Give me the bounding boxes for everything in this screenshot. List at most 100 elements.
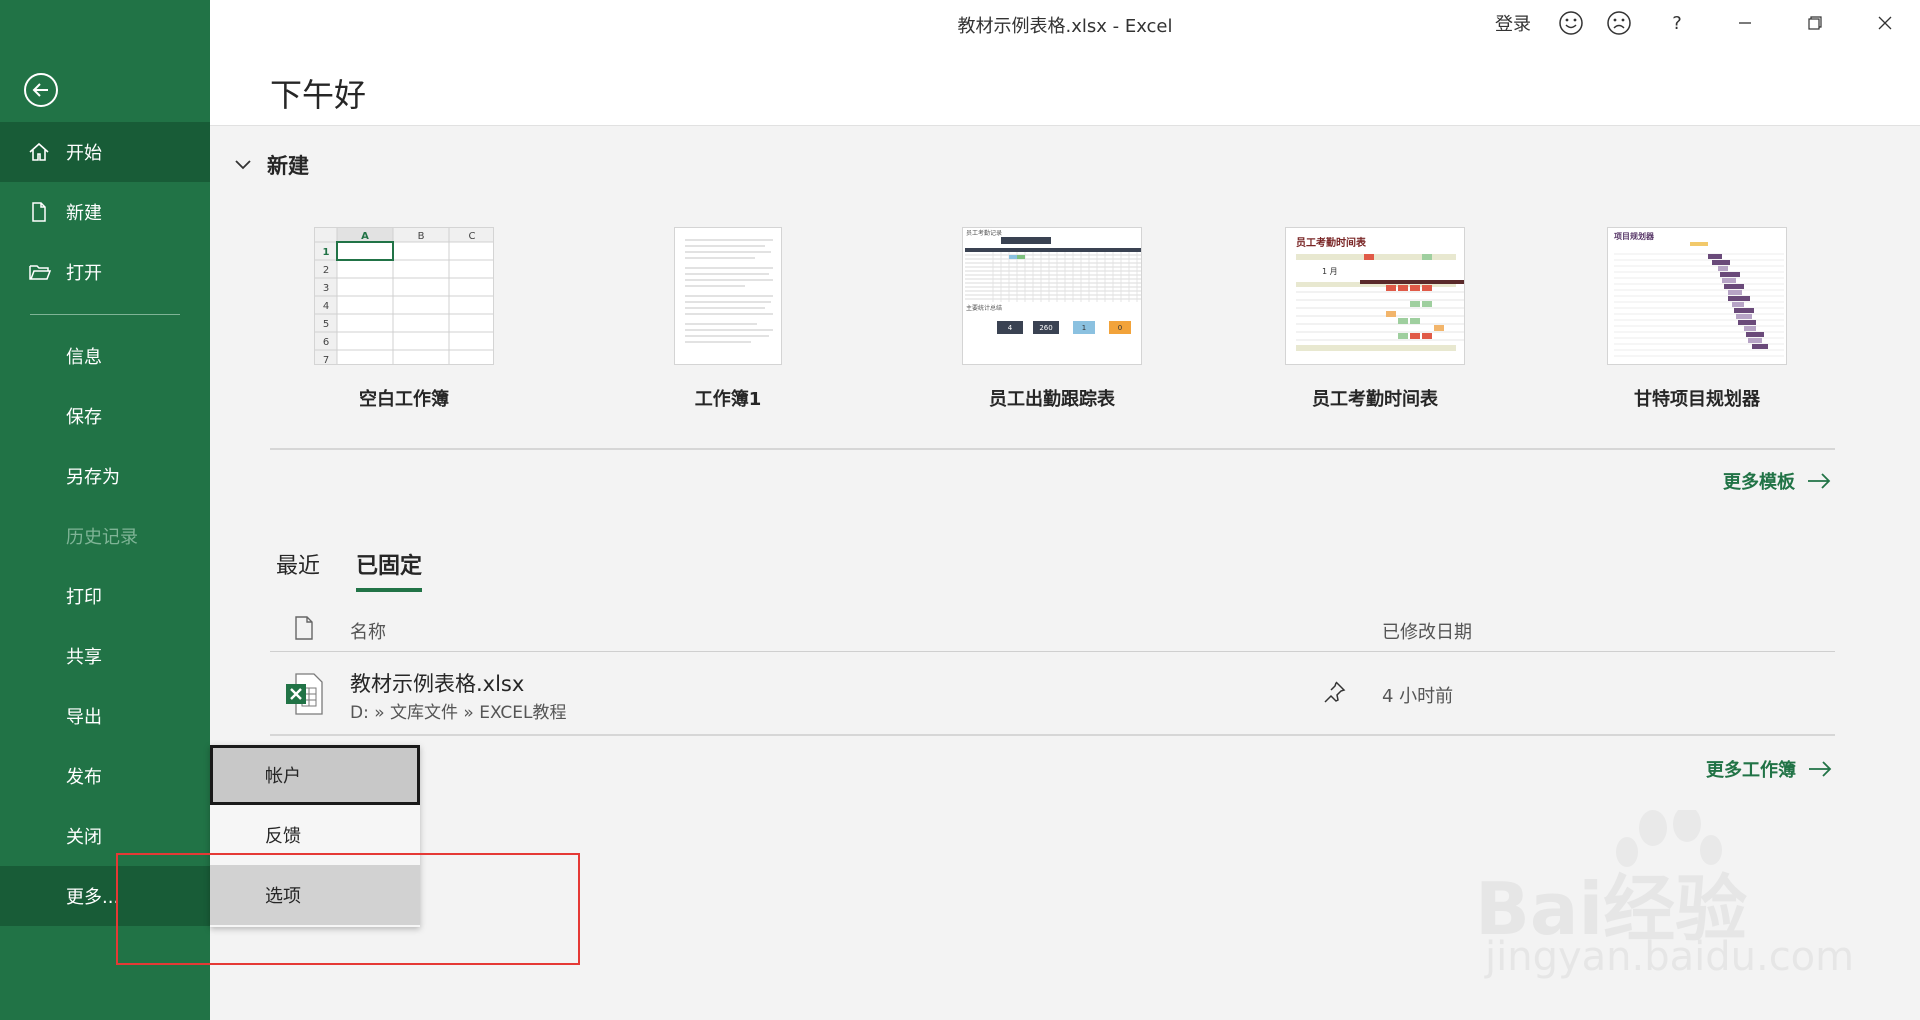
nav-save-as-label: 另存为 [66,467,120,488]
more-workbooks-link[interactable]: 更多工作簿 [1706,756,1832,782]
new-document-icon [28,201,58,223]
open-folder-icon [28,261,58,283]
nav-history-label: 历史记录 [66,527,138,548]
blank-row-7: 7 [323,355,329,365]
template-workbook1[interactable]: 工作簿1 [638,227,818,411]
pin-icon[interactable] [1322,680,1346,708]
file-name: 教材示例表格.xlsx [350,672,525,696]
blank-workbook-thumbnail: A B C 1 2 3 4 5 6 7 [314,227,494,365]
gantt-planner-thumbnail: 项目规划器 [1607,227,1787,365]
restore-icon[interactable] [1780,0,1850,46]
nav-history: 历史记录 [0,506,210,566]
nav-new[interactable]: 新建 [0,182,210,242]
attendance-stat-2: 260 [1039,324,1052,332]
back-arrow-icon[interactable] [24,73,58,107]
attendance-stat-4: 0 [1118,324,1122,332]
tab-pinned[interactable]: 已固定 [356,548,423,592]
excel-file-icon [284,672,324,720]
title-bar: 教材示例表格.xlsx - Excel 登录 ? [210,0,1920,46]
nav-print-label: 打印 [66,587,102,608]
section-divider [270,448,1835,450]
gantt-title: 项目规划器 [1614,231,1655,241]
timesheet-month: 1 月 [1322,267,1338,276]
template-name: 甘特项目规划器 [1634,389,1760,410]
baidu-watermark: Bai经验 jingyan.baidu.com [1465,806,1854,994]
greeting-text: 下午好 [270,76,367,114]
blank-row-2: 2 [323,265,329,276]
timesheet-thumbnail: 员工考勤时间表 1 月 [1285,227,1465,365]
nav-close-label: 关闭 [66,827,102,848]
nav-save[interactable]: 保存 [0,386,210,446]
attendance-stat-3: 1 [1082,324,1086,332]
nav-info-label: 信息 [66,347,102,368]
template-attendance-timesheet[interactable]: 员工考勤时间表 1 月 员工考勤时间表 [1285,227,1465,411]
file-list-tabs: 最近 已固定 [276,548,423,592]
nav-share[interactable]: 共享 [0,626,210,686]
file-path: D: » 文库文件 » EXCEL教程 [350,703,567,723]
template-name: 员工出勤跟踪表 [989,389,1115,410]
file-type-icon [294,616,314,645]
sidebar-divider [30,314,180,315]
arrow-right-icon [1807,473,1831,489]
new-section-toggle[interactable]: 新建 [235,150,309,180]
timesheet-title: 员工考勤时间表 [1296,236,1367,249]
more-templates-label: 更多模板 [1723,472,1795,493]
arrow-right-icon [1808,761,1832,777]
template-gantt-planner[interactable]: 项目规划器 甘特项目规划器 [1607,227,1787,411]
blank-row-4: 4 [323,301,329,312]
nav-publish-label: 发布 [66,767,102,788]
nav-open[interactable]: 打开 [0,242,210,302]
file-list-header: 名称 已修改日期 [270,608,1835,652]
more-workbooks-label: 更多工作簿 [1706,760,1796,781]
file-modified: 4 小时前 [1382,686,1454,707]
nav-print[interactable]: 打印 [0,566,210,626]
attendance-heading: 员工考勤记录 [966,229,1002,237]
attendance-tracker-thumbnail: 员工考勤记录 主要统计总结 4 260 1 0 [962,227,1142,365]
highlight-box [116,853,580,965]
menu-item-account[interactable]: 帐户 [210,745,420,805]
new-section-title: 新建 [267,154,309,178]
template-attendance-tracker[interactable]: 员工考勤记录 主要统计总结 4 260 1 0 员工出勤跟踪表 [962,227,1142,411]
minimize-icon[interactable] [1710,0,1780,46]
nav-more-label: 更多... [66,887,120,908]
column-name-header[interactable]: 名称 [350,618,386,644]
template-blank-workbook[interactable]: A B C 1 2 3 4 5 6 7 空白工作簿 [314,227,494,411]
nav-home-label: 开始 [66,143,102,164]
more-templates-link[interactable]: 更多模板 [1723,468,1831,494]
nav-home[interactable]: 开始 [0,122,210,182]
column-modified-header[interactable]: 已修改日期 [1382,618,1472,644]
nav-export-label: 导出 [66,707,102,728]
blank-col-a: A [361,231,369,242]
tab-recent[interactable]: 最近 [276,548,320,592]
nav-save-as[interactable]: 另存为 [0,446,210,506]
sign-in-button[interactable]: 登录 [1478,0,1548,46]
attendance-summary: 主要统计总结 [966,304,1002,312]
blank-row-3: 3 [323,283,329,294]
nav-export[interactable]: 导出 [0,686,210,746]
greeting-header: 下午好 [210,46,1920,126]
nav-info[interactable]: 信息 [0,326,210,386]
template-name: 员工考勤时间表 [1312,389,1438,410]
nav-save-label: 保存 [66,407,102,428]
template-name: 空白工作簿 [359,389,449,410]
blank-row-6: 6 [323,337,329,348]
blank-col-b: B [418,231,425,242]
blank-col-c: C [469,231,476,242]
workbook1-thumbnail [674,227,782,365]
smile-feedback-icon[interactable] [1548,0,1594,46]
nav-publish[interactable]: 发布 [0,746,210,806]
chevron-down-icon [235,160,251,170]
template-name: 工作簿1 [694,389,762,410]
home-icon [28,141,58,163]
frown-feedback-icon[interactable] [1594,0,1644,46]
file-row[interactable]: 教材示例表格.xlsx D: » 文库文件 » EXCEL教程 4 小时前 [270,654,1835,736]
attendance-stat-1: 4 [1008,324,1013,332]
nav-new-label: 新建 [66,203,102,224]
watermark-url: jingyan.baidu.com [1485,934,1855,980]
nav-open-label: 打开 [66,263,102,284]
nav-share-label: 共享 [66,647,102,668]
help-button[interactable]: ? [1644,0,1710,46]
close-icon[interactable] [1850,0,1920,46]
blank-row-1: 1 [323,247,330,258]
blank-row-5: 5 [323,319,329,330]
